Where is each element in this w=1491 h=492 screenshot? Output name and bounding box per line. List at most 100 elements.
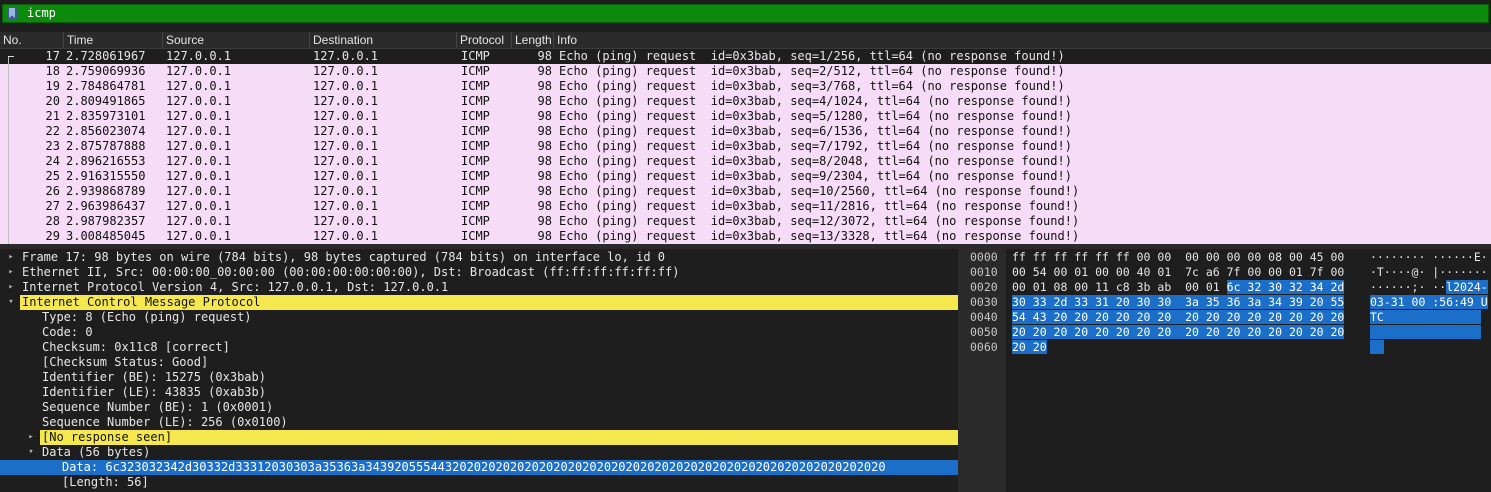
- packet-time: 2.809491865: [66, 94, 146, 108]
- packet-length: 98: [537, 94, 552, 108]
- detail-tree-item[interactable]: [Checksum Status: Good]: [0, 355, 958, 370]
- packet-info: Echo (ping) request id=0x3bab, seq=10/25…: [559, 184, 1080, 198]
- collapse-arrow-icon[interactable]: ▸: [26, 430, 36, 445]
- detail-tree-item[interactable]: Identifier (LE): 43835 (0xab3b): [0, 385, 958, 400]
- hex-bytes: 00 01 08 00 11 c8 3b ab 00 01 6c 32 30 3…: [1012, 280, 1345, 295]
- packet-bytes-pane[interactable]: 0000 ff ff ff ff ff ff 00 00 00 00 00 00 …: [966, 249, 1491, 492]
- packet-row[interactable]: 29 3.008485045 127.0.0.1 127.0.0.1 ICMP 98 Ech…: [0, 229, 1491, 244]
- packet-info: Echo (ping) request id=0x3bab, seq=8/204…: [559, 154, 1072, 168]
- packet-time: 2.728061967: [66, 49, 146, 63]
- detail-text: Frame 17: 98 bytes on wire (784 bits), 9…: [22, 250, 665, 264]
- packet-row[interactable]: 20 2.809491865 127.0.0.1 127.0.0.1 ICMP 98 Ech…: [0, 94, 1491, 109]
- packet-destination: 127.0.0.1: [313, 214, 379, 228]
- packet-time: 2.963986437: [66, 199, 146, 213]
- packet-protocol: ICMP: [461, 229, 490, 243]
- detail-tree-item[interactable]: Code: 0: [0, 325, 958, 340]
- hex-bytes-plain: 00 54 00 01 00 00 40 01 7c a6 7f 00 00 0…: [1012, 265, 1345, 279]
- hex-row[interactable]: 0040 54 43 20 20 20 20 20 20 20 20 20 20 …: [966, 310, 1491, 325]
- packet-list[interactable]: 17 2.728061967 127.0.0.1 127.0.0.1 ICMP 98 Ech…: [0, 49, 1491, 244]
- packet-length: 98: [537, 169, 552, 183]
- packet-destination: 127.0.0.1: [313, 184, 379, 198]
- ascii-bytes: ········ ······E·: [1370, 250, 1488, 265]
- packet-time: 2.916315550: [66, 169, 146, 183]
- pane-splitter-vertical[interactable]: [958, 249, 966, 492]
- packet-length: 98: [537, 64, 552, 78]
- display-filter-input[interactable]: icmp: [2, 4, 1489, 23]
- packet-row[interactable]: 28 2.987982357 127.0.0.1 127.0.0.1 ICMP 98 Ech…: [0, 214, 1491, 229]
- detail-tree-item[interactable]: ▸ Ethernet II, Src: 00:00:00_00:00:00 (00…: [0, 265, 958, 280]
- expand-arrow-icon[interactable]: ▾: [26, 445, 36, 460]
- packet-protocol: ICMP: [461, 139, 490, 153]
- packet-source: 127.0.0.1: [166, 214, 232, 228]
- collapse-arrow-icon[interactable]: ▸: [6, 265, 16, 280]
- detail-text: [No response seen]: [42, 430, 173, 444]
- packet-row[interactable]: 21 2.835973101 127.0.0.1 127.0.0.1 ICMP 98 Ech…: [0, 109, 1491, 124]
- packet-row[interactable]: 22 2.856023074 127.0.0.1 127.0.0.1 ICMP 98 Ech…: [0, 124, 1491, 139]
- hex-row[interactable]: 0030 30 33 2d 33 31 20 30 30 3a 35 36 3a …: [966, 295, 1491, 310]
- column-header-destination[interactable]: Destination: [310, 32, 457, 48]
- packet-row[interactable]: 17 2.728061967 127.0.0.1 127.0.0.1 ICMP 98 Ech…: [0, 49, 1491, 64]
- ascii-selected: 03-31 00 :56:49 U: [1370, 295, 1488, 309]
- detail-tree-item[interactable]: ▾ Internet Control Message Protocol: [0, 295, 958, 310]
- packet-info: Echo (ping) request id=0x3bab, seq=7/179…: [559, 139, 1072, 153]
- packet-destination: 127.0.0.1: [313, 154, 379, 168]
- detail-tree-item[interactable]: ▸ Internet Protocol Version 4, Src: 127.0…: [0, 280, 958, 295]
- packet-info: Echo (ping) request id=0x3bab, seq=3/768…: [559, 79, 1065, 93]
- hex-offset: 0060: [970, 340, 998, 354]
- detail-tree-item[interactable]: ▸ [No response seen]: [0, 430, 958, 445]
- column-header-source[interactable]: Source: [163, 32, 310, 48]
- packet-row[interactable]: 19 2.784864781 127.0.0.1 127.0.0.1 ICMP 98 Ech…: [0, 79, 1491, 94]
- column-header-time[interactable]: Time: [64, 32, 163, 48]
- hex-row[interactable]: 0000 ff ff ff ff ff ff 00 00 00 00 00 00 …: [966, 250, 1491, 265]
- detail-text: Checksum: 0x11c8 [correct]: [42, 340, 230, 354]
- column-header-no[interactable]: No.: [0, 32, 64, 48]
- detail-text: Internet Control Message Protocol: [22, 295, 261, 309]
- packet-row[interactable]: 18 2.759069936 127.0.0.1 127.0.0.1 ICMP 98 Ech…: [0, 64, 1491, 79]
- packet-time: 3.008485045: [66, 229, 146, 243]
- packet-time: 2.856023074: [66, 124, 146, 138]
- hex-row[interactable]: 0060 20 20: [966, 340, 1491, 355]
- hex-bytes: 20 20: [1012, 340, 1047, 355]
- column-header-length[interactable]: Length: [512, 32, 554, 48]
- detail-text: Type: 8 (Echo (ping) request): [42, 310, 252, 324]
- hex-row[interactable]: 0050 20 20 20 20 20 20 20 20 20 20 20 20 …: [966, 325, 1491, 340]
- packet-time: 2.939868789: [66, 184, 146, 198]
- packet-row[interactable]: 24 2.896216553 127.0.0.1 127.0.0.1 ICMP 98 Ech…: [0, 154, 1491, 169]
- expand-arrow-icon[interactable]: ▾: [6, 295, 16, 310]
- packet-number: 26: [45, 184, 60, 198]
- detail-tree-item[interactable]: ▾ Data (56 bytes): [0, 445, 958, 460]
- detail-tree-item[interactable]: Sequence Number (LE): 256 (0x0100): [0, 415, 958, 430]
- collapse-arrow-icon[interactable]: ▸: [6, 280, 16, 295]
- detail-tree-item[interactable]: Data: 6c323032342d30332d33312030303a3536…: [0, 460, 958, 475]
- hex-row[interactable]: 0020 00 01 08 00 11 c8 3b ab 00 01 6c 32 …: [966, 280, 1491, 295]
- column-header-info[interactable]: Info: [554, 32, 1491, 48]
- packet-length: 98: [537, 184, 552, 198]
- detail-tree-item[interactable]: [Length: 56]: [0, 475, 958, 490]
- ascii-selected: [1370, 325, 1481, 339]
- collapse-arrow-icon[interactable]: ▸: [6, 250, 16, 265]
- packet-details-pane[interactable]: ▸ Frame 17: 98 bytes on wire (784 bits), …: [0, 249, 958, 492]
- detail-text: Code: 0: [42, 325, 93, 339]
- hex-row[interactable]: 0010 00 54 00 01 00 00 40 01 7c a6 7f 00 …: [966, 265, 1491, 280]
- packet-row[interactable]: 27 2.963986437 127.0.0.1 127.0.0.1 ICMP 98 Ech…: [0, 199, 1491, 214]
- packet-row[interactable]: 26 2.939868789 127.0.0.1 127.0.0.1 ICMP 98 Ech…: [0, 184, 1491, 199]
- packet-number: 27: [45, 199, 60, 213]
- hex-offset: 0020: [970, 280, 998, 294]
- detail-tree-item[interactable]: Identifier (BE): 15275 (0x3bab): [0, 370, 958, 385]
- packet-time: 2.875787888: [66, 139, 146, 153]
- column-header-protocol[interactable]: Protocol: [457, 32, 512, 48]
- hex-bytes-plain: ff ff ff ff ff ff 00 00 00 00 00 00 08 0…: [1012, 250, 1345, 264]
- packet-info: Echo (ping) request id=0x3bab, seq=6/153…: [559, 124, 1072, 138]
- detail-tree-item[interactable]: Type: 8 (Echo (ping) request): [0, 310, 958, 325]
- packet-number: 18: [45, 64, 60, 78]
- detail-tree-item[interactable]: Sequence Number (BE): 1 (0x0001): [0, 400, 958, 415]
- detail-tree-item[interactable]: Checksum: 0x11c8 [correct]: [0, 340, 958, 355]
- bookmark-icon[interactable]: [7, 7, 17, 20]
- packet-source: 127.0.0.1: [166, 64, 232, 78]
- packet-row[interactable]: 23 2.875787888 127.0.0.1 127.0.0.1 ICMP 98 Ech…: [0, 139, 1491, 154]
- packet-protocol: ICMP: [461, 154, 490, 168]
- ascii-plain: ········ ······E·: [1370, 250, 1488, 264]
- detail-tree-item[interactable]: ▸ Frame 17: 98 bytes on wire (784 bits), …: [0, 250, 958, 265]
- packet-row[interactable]: 25 2.916315550 127.0.0.1 127.0.0.1 ICMP 98 Ech…: [0, 169, 1491, 184]
- packet-number: 24: [45, 154, 60, 168]
